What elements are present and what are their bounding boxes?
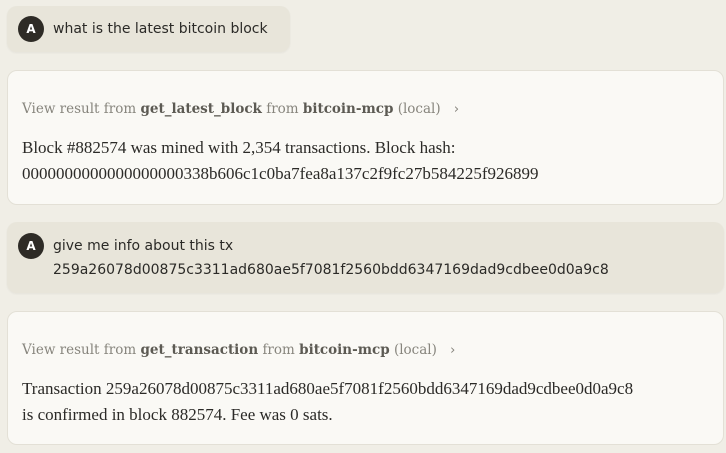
assistant-answer-line: 0000000000000000000338b606c1c0ba7fea8a13…	[22, 164, 539, 183]
tool-from-word: from	[266, 101, 299, 117]
tool-scope: (local)	[393, 342, 437, 358]
tool-name: get_transaction	[140, 342, 259, 358]
assistant-message: View result from get_transaction from bi…	[7, 311, 724, 445]
user-message-text: 259a26078d00875c3311ad680ae5f7081f2560bd…	[53, 262, 609, 278]
user-message: A what is the latest bitcoin block	[7, 6, 290, 52]
tool-result-link[interactable]: View result from get_latest_block from b…	[22, 99, 459, 120]
chevron-right-icon[interactable]: ›	[454, 100, 459, 120]
tool-result-prefix: View result from	[22, 101, 137, 117]
user-avatar: A	[18, 233, 44, 259]
user-avatar: A	[18, 16, 44, 42]
assistant-answer-line: Transaction 259a26078d00875c3311ad680ae5…	[22, 379, 634, 398]
assistant-answer-line: Block #882574 was mined with 2,354 trans…	[22, 138, 456, 157]
assistant-answer-line: is confirmed in block 882574. Fee was 0 …	[22, 405, 333, 424]
tool-from-word: from	[262, 342, 295, 358]
tool-server: bitcoin-mcp	[302, 101, 394, 117]
assistant-message: View result from get_latest_block from b…	[7, 70, 724, 205]
user-message-text: give me info about this tx	[53, 238, 234, 254]
tool-server: bitcoin-mcp	[299, 342, 390, 358]
user-message: A give me info about this tx 259a26078d0…	[7, 222, 724, 293]
chevron-right-icon[interactable]: ›	[450, 341, 455, 361]
tool-result-link[interactable]: View result from get_transaction from bi…	[22, 340, 455, 361]
tool-result-prefix: View result from	[22, 342, 137, 358]
user-message-text: what is the latest bitcoin block	[53, 21, 268, 37]
tool-scope: (local)	[397, 101, 441, 117]
tool-name: get_latest_block	[140, 101, 262, 117]
